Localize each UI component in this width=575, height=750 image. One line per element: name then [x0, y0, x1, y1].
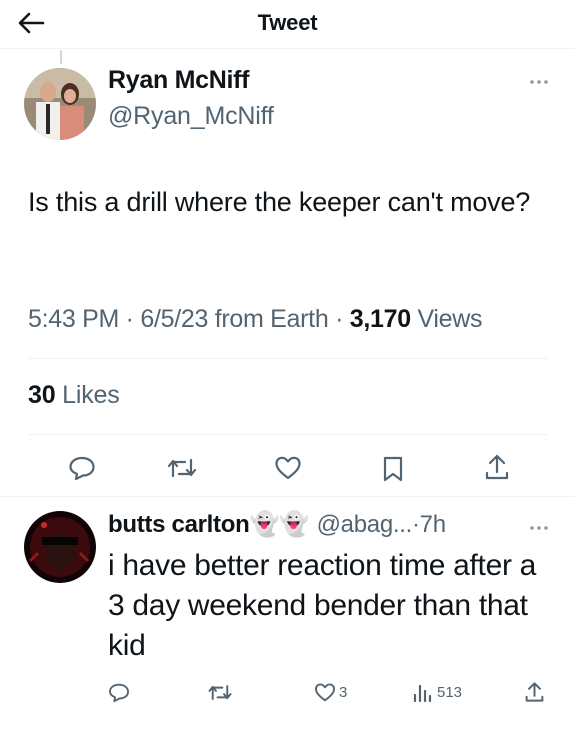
reply-author-name[interactable]: butts carlton — [108, 511, 250, 539]
page-title: Tweet — [257, 10, 318, 35]
views-label: Views — [417, 305, 483, 333]
separator-dot: · — [411, 510, 420, 538]
more-icon — [530, 526, 548, 530]
reply-time[interactable]: 7h — [420, 511, 446, 539]
reply-reply-button[interactable] — [108, 682, 130, 703]
retweet-button[interactable] — [166, 455, 198, 481]
bookmark-button[interactable] — [381, 455, 405, 483]
retweet-icon — [208, 685, 232, 700]
header-divider — [0, 48, 575, 49]
more-options-button[interactable] — [529, 72, 549, 90]
more-icon — [530, 80, 548, 84]
tweet-time[interactable]: 5:43 PM — [28, 305, 119, 333]
reply-more-button[interactable] — [529, 518, 549, 536]
reply-button[interactable] — [68, 455, 96, 481]
reply-share-button[interactable] — [524, 681, 545, 703]
reply-avatar[interactable] — [24, 511, 96, 583]
likes-label: Likes — [62, 381, 120, 409]
tweet-source: from Earth — [214, 305, 329, 333]
reply-text: i have better reaction time after a 3 da… — [108, 549, 537, 662]
share-button[interactable] — [484, 453, 510, 481]
divider — [0, 496, 575, 497]
likes-summary[interactable]: 30 Likes — [28, 381, 120, 410]
reply-retweet-button[interactable] — [207, 682, 233, 703]
reply-icon — [109, 683, 129, 703]
author-name[interactable]: Ryan McNiff — [108, 66, 249, 95]
tweet-text: Is this a drill where the keeper can't m… — [28, 187, 531, 217]
share-icon — [525, 682, 544, 702]
bookmark-icon — [383, 456, 403, 482]
like-icon — [275, 456, 301, 480]
tweet-date[interactable]: 6/5/23 — [140, 305, 208, 333]
author-handle[interactable]: @Ryan_McNiff — [108, 102, 274, 131]
reply-like-button[interactable]: 3 — [314, 682, 347, 703]
reply-views-count: 513 — [437, 684, 463, 701]
reply-icon — [69, 456, 95, 481]
divider — [28, 434, 548, 435]
share-icon — [485, 454, 509, 480]
reply-header: butts carlton 👻👻 @abag... · 7h — [108, 510, 548, 539]
ghost-emoji: 👻👻 — [249, 511, 309, 538]
top-bar: Tweet — [0, 0, 575, 48]
author-avatar[interactable] — [24, 68, 96, 140]
retweet-icon — [167, 458, 197, 478]
tweet-meta: 5:43 PM · 6/5/23 from Earth · 3,170 View… — [28, 305, 483, 333]
thread-line — [60, 50, 62, 64]
views-icon — [413, 684, 432, 703]
reply-handle[interactable]: @abag... — [317, 511, 413, 539]
likes-count: 30 — [28, 381, 56, 409]
divider — [28, 358, 548, 359]
like-icon — [315, 683, 335, 702]
like-button[interactable] — [274, 455, 302, 481]
views-count: 3,170 — [349, 305, 411, 333]
reply-views-button[interactable]: 513 — [412, 682, 462, 703]
reply-like-count: 3 — [339, 684, 348, 701]
